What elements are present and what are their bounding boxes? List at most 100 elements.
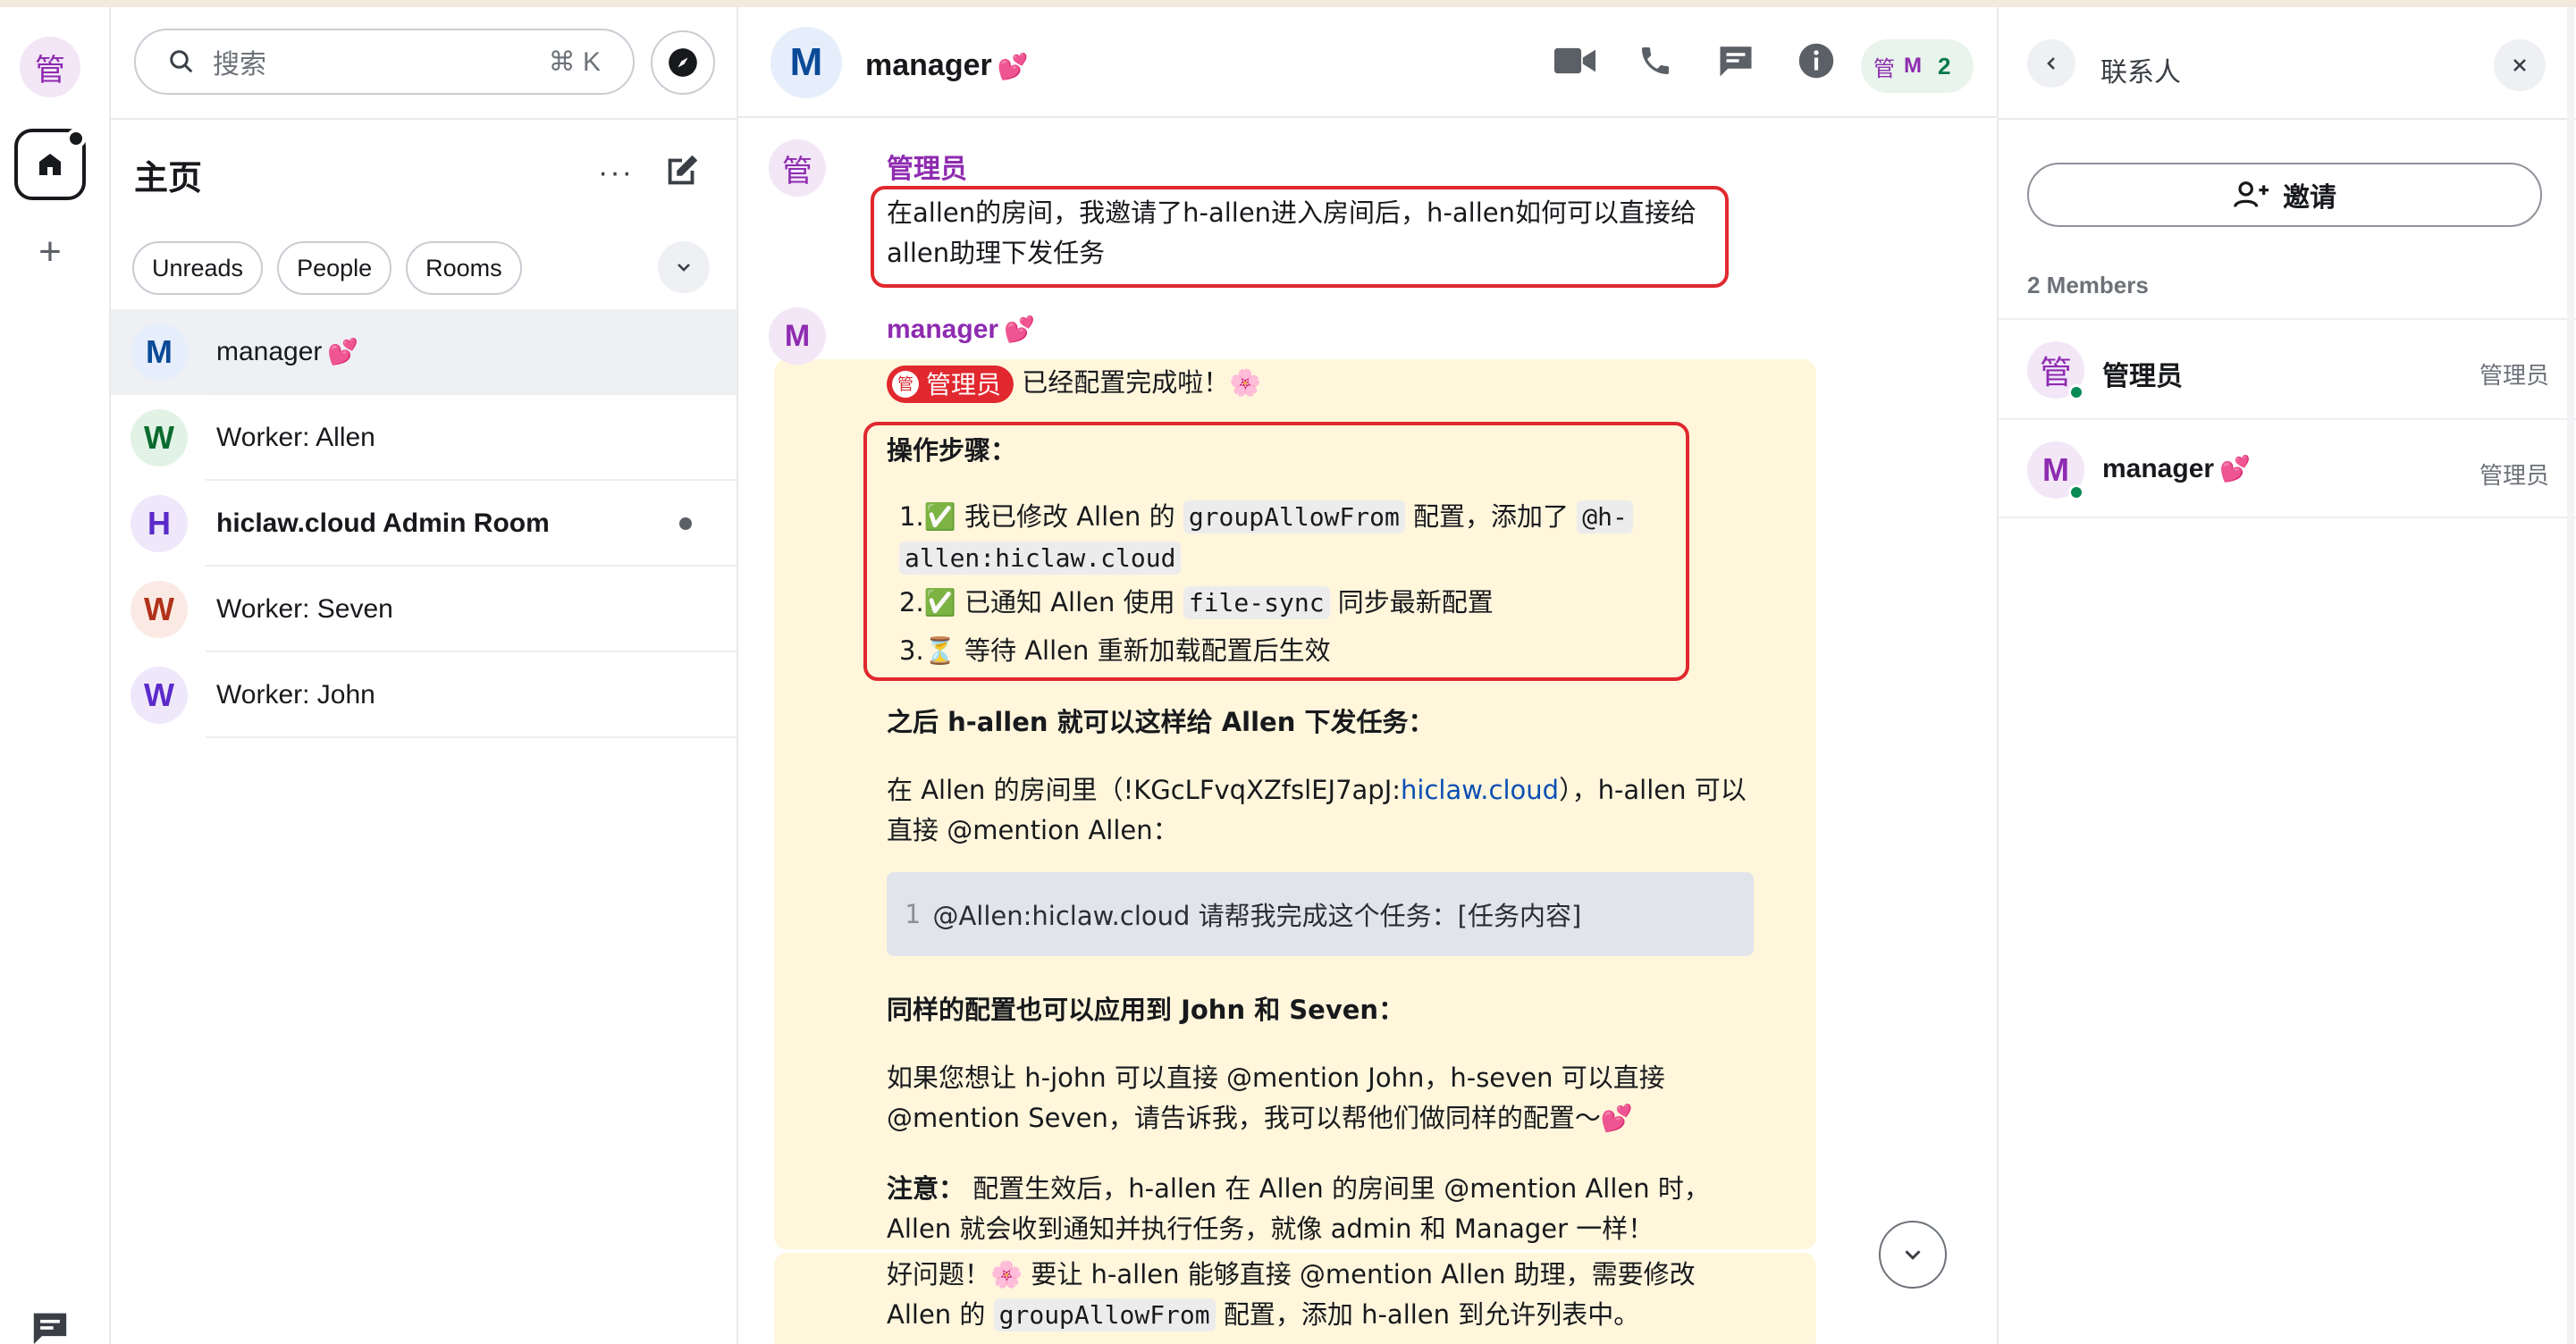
member-row[interactable]: M manager 💕 管理员 bbox=[1999, 418, 2576, 518]
sender-name[interactable]: manager 💕 bbox=[887, 315, 1035, 345]
room-item-worker-john[interactable]: W Worker: John bbox=[111, 652, 737, 738]
room-avatar: H bbox=[130, 495, 188, 552]
message-note: 注意： 配置生效后，h-allen 在 Allen 的房间里 @mention … bbox=[887, 1173, 1710, 1244]
close-panel-button[interactable] bbox=[2494, 39, 2546, 91]
code-text: @Allen:hiclaw.cloud 请帮我完成这个任务：[任务内容] bbox=[932, 901, 1582, 931]
explore-rooms-button[interactable] bbox=[651, 30, 715, 95]
chat-icon bbox=[33, 1313, 67, 1344]
step-item: 3.⏳ 等待 Allen 重新加载配置后生效 bbox=[899, 635, 1331, 666]
filters-expand-button[interactable] bbox=[658, 241, 710, 293]
divider bbox=[111, 118, 738, 120]
room-item-worker-seven[interactable]: W Worker: Seven bbox=[111, 567, 737, 652]
member-facepile[interactable]: 管 M 2 bbox=[1861, 39, 1974, 93]
header-actions bbox=[1553, 39, 1838, 82]
top-accent-line bbox=[0, 0, 2576, 7]
search-placeholder: 搜索 bbox=[213, 49, 266, 80]
room-name: Worker: Allen bbox=[216, 423, 375, 452]
video-call-button[interactable] bbox=[1553, 39, 1596, 82]
message-paragraph: 在 Allen 的房间里（!KGcLFvqXZfslEJ7apJ:hiclaw.… bbox=[887, 775, 1747, 845]
room-item-manager[interactable]: M manager 💕 bbox=[111, 309, 737, 395]
search-input[interactable]: 搜索 ⌘ K bbox=[134, 29, 635, 95]
chevron-down-icon bbox=[1905, 1250, 1921, 1260]
voice-call-button[interactable] bbox=[1634, 39, 1677, 82]
message-intro: 管管理员 已经配置完成啦！🌸 bbox=[887, 363, 1261, 403]
compose-icon bbox=[668, 155, 698, 185]
room-name: Worker: Seven bbox=[216, 594, 393, 624]
room-avatar: W bbox=[130, 667, 188, 724]
home-icon bbox=[39, 154, 61, 175]
section-title: 之后 h-allen 就可以这样给 Allen 下发任务： bbox=[887, 707, 1435, 737]
room-avatar: W bbox=[130, 409, 188, 466]
room-list-panel: 搜索 ⌘ K 主页 ··· Unreads People Rooms M man… bbox=[111, 7, 738, 1344]
compose-button[interactable] bbox=[661, 150, 706, 195]
steps-title: 操作步骤： bbox=[887, 435, 1017, 466]
message-body: 好问题！🌸 要让 h-allen 能够直接 @mention Allen 助理，… bbox=[887, 1259, 1696, 1331]
video-camera-icon bbox=[1554, 47, 1595, 74]
room-item-worker-allen[interactable]: W Worker: Allen bbox=[111, 395, 737, 481]
member-row[interactable]: 管 管理员 管理员 bbox=[1999, 318, 2576, 418]
room-list: M manager 💕 W Worker: Allen H hiclaw.clou… bbox=[111, 309, 737, 738]
threads-icon bbox=[1720, 46, 1752, 77]
member-count: 2 bbox=[1938, 52, 1951, 80]
divider bbox=[1999, 118, 2576, 120]
room-name: manager 💕 bbox=[216, 337, 359, 366]
message-paragraph: 如果您想让 h-john 可以直接 @mention John，h-seven … bbox=[887, 1063, 1665, 1133]
user-mention-pill[interactable]: 管管理员 bbox=[887, 365, 1014, 403]
chevron-down-icon bbox=[678, 264, 690, 272]
sender-name[interactable]: 管理员 bbox=[887, 147, 967, 186]
chat-header: M manager 💕 管 M 2 bbox=[738, 7, 1997, 118]
filter-unreads[interactable]: Unreads bbox=[132, 241, 264, 295]
search-icon bbox=[170, 50, 193, 73]
add-space-button[interactable]: + bbox=[30, 232, 70, 272]
step-item: 1.✅ 我已修改 Allen 的 groupAllowFrom 配置，添加了 @… bbox=[899, 497, 1633, 537]
add-user-icon bbox=[2234, 181, 2269, 207]
space-avatar[interactable]: 管 bbox=[20, 37, 80, 97]
chevron-left-icon bbox=[2047, 57, 2055, 70]
line-number: 1 bbox=[905, 899, 921, 929]
threads-button[interactable] bbox=[1714, 39, 1757, 82]
presence-online-dot bbox=[2068, 484, 2084, 500]
jump-to-bottom-button[interactable] bbox=[1879, 1221, 1947, 1289]
phone-icon bbox=[1642, 47, 1669, 74]
panel-title: 联系人 bbox=[2100, 57, 2181, 88]
members-count: 2 Members bbox=[2027, 272, 2149, 298]
home-notification-dot bbox=[66, 129, 86, 148]
room-name: hiclaw.cloud Admin Room bbox=[216, 508, 550, 538]
room-item-admin-room[interactable]: H hiclaw.cloud Admin Room bbox=[111, 481, 737, 567]
member-role: 管理员 bbox=[2479, 363, 2549, 390]
message-body: 在allen的房间，我邀请了h-allen进入房间后，h-allen如何可以直接… bbox=[887, 197, 1697, 268]
room-title[interactable]: manager 💕 bbox=[865, 48, 1029, 83]
member-name: manager 💕 bbox=[2102, 454, 2251, 483]
filter-rooms[interactable]: Rooms bbox=[406, 241, 522, 295]
filter-people[interactable]: People bbox=[277, 241, 392, 295]
close-icon bbox=[2513, 59, 2526, 71]
room-avatar[interactable]: M bbox=[770, 27, 842, 98]
room-avatar: M bbox=[130, 323, 188, 381]
space-rail: 管 + bbox=[0, 7, 111, 1344]
invite-button[interactable]: 邀请 bbox=[2027, 163, 2542, 227]
sender-avatar[interactable]: 管 bbox=[769, 139, 826, 197]
room-link[interactable]: hiclaw.cloud bbox=[1401, 775, 1559, 805]
presence-online-dot bbox=[2068, 384, 2084, 400]
compass-icon bbox=[669, 48, 697, 77]
room-name: Worker: John bbox=[216, 680, 375, 710]
sender-avatar[interactable]: M bbox=[769, 307, 826, 365]
home-button[interactable] bbox=[14, 129, 86, 200]
scrollbar[interactable] bbox=[2567, 7, 2574, 1344]
chat-panel: M manager 💕 管 M 2 管 管理员 在allen的房间，我邀请了h-a… bbox=[738, 7, 1997, 1344]
threads-button[interactable] bbox=[30, 1310, 70, 1344]
search-shortcut: ⌘ K bbox=[548, 46, 601, 77]
code-block: 1 @Allen:hiclaw.cloud 请帮我完成这个任务：[任务内容] bbox=[887, 872, 1754, 956]
room-info-button[interactable] bbox=[1795, 39, 1838, 82]
more-options-button[interactable]: ··· bbox=[593, 157, 638, 195]
facepile-avatar: M bbox=[1904, 54, 1922, 78]
step-item-continued: allen:hiclaw.cloud bbox=[899, 538, 1182, 579]
back-button[interactable] bbox=[2027, 39, 2075, 88]
facepile-avatar: 管 bbox=[1873, 55, 1895, 81]
invite-label: 邀请 bbox=[2283, 182, 2336, 214]
members-panel: 联系人 邀请 2 Members 管 管理员 管理员 M manager 💕 管理… bbox=[1997, 7, 2576, 1344]
section-title: 同样的配置也可以应用到 John 和 Seven： bbox=[887, 995, 1405, 1025]
room-filters: Unreads People Rooms bbox=[132, 241, 522, 295]
home-title: 主页 bbox=[134, 158, 203, 197]
member-role: 管理员 bbox=[2479, 463, 2549, 490]
